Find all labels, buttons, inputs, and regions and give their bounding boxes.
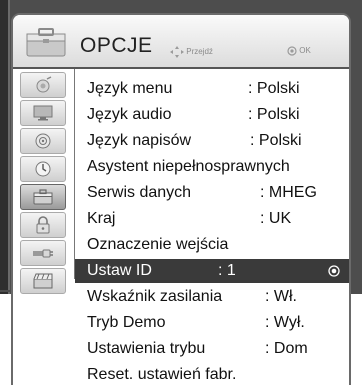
toolbox-icon bbox=[26, 28, 66, 57]
menu-item-input-label[interactable]: Oznaczenie wejścia bbox=[75, 233, 349, 257]
menu-item-factory-reset[interactable]: Reset. ustawień fabr. bbox=[75, 363, 349, 385]
toolbox-icon bbox=[33, 189, 53, 205]
audio-icon bbox=[35, 133, 51, 149]
menu-item-value: : Wł. bbox=[265, 288, 297, 305]
sidebar-item-screen[interactable] bbox=[20, 100, 66, 126]
directional-pad-icon bbox=[170, 46, 184, 58]
input-plug-icon bbox=[33, 249, 53, 258]
menu-header: OPCJE Przejdź OK bbox=[13, 15, 349, 69]
sidebar-item-time[interactable] bbox=[20, 156, 66, 182]
tv-screen-icon bbox=[33, 105, 53, 121]
menu-item-label: Język audio bbox=[87, 106, 172, 123]
frame-rail-highlight bbox=[8, 0, 10, 294]
menu-item-label: Wskaźnik zasilania bbox=[87, 288, 223, 305]
menu-item-audio-language[interactable]: Język audio : Polski bbox=[75, 103, 349, 127]
ok-button-icon bbox=[287, 46, 297, 56]
sidebar-item-options[interactable] bbox=[20, 184, 66, 210]
menu-item-value: : Dom bbox=[265, 340, 308, 357]
options-menu-list: Język menu : Polski Język audio : Polski… bbox=[75, 69, 349, 385]
navigate-hint: Przejdź bbox=[170, 46, 213, 58]
sidebar-item-input[interactable] bbox=[20, 240, 66, 266]
menu-item-value: : Wył. bbox=[265, 314, 305, 331]
menu-item-country[interactable]: Kraj : UK bbox=[75, 207, 349, 231]
frame-edge-left bbox=[0, 290, 11, 292]
menu-item-value: : MHEG bbox=[260, 184, 317, 201]
menu-item-label: Tryb Demo bbox=[87, 314, 166, 331]
frame-rail bbox=[0, 0, 8, 294]
menu-item-label: Asystent niepełnosprawnych bbox=[87, 158, 290, 175]
menu-item-power-indicator[interactable]: Wskaźnik zasilania : Wł. bbox=[75, 285, 349, 309]
ok-hint-label: OK bbox=[299, 46, 311, 56]
menu-item-menu-language[interactable]: Język menu : Polski bbox=[75, 77, 349, 101]
sidebar-item-media[interactable] bbox=[20, 268, 66, 294]
lock-icon bbox=[36, 216, 50, 234]
sidebar-item-audio[interactable] bbox=[20, 128, 66, 154]
menu-item-label: Ustaw ID bbox=[87, 262, 152, 279]
menu-item-label: Reset. ustawień fabr. bbox=[87, 366, 237, 383]
menu-item-disability-assistance[interactable]: Asystent niepełnosprawnych bbox=[75, 155, 349, 179]
menu-item-label: Język menu bbox=[87, 80, 173, 97]
ok-hint: OK bbox=[287, 46, 311, 56]
menu-item-label: Oznaczenie wejścia bbox=[87, 236, 229, 253]
sidebar-item-lock[interactable] bbox=[20, 212, 66, 238]
menu-item-value: : Polski bbox=[248, 80, 300, 97]
menu-item-mode-setting[interactable]: Ustawienia trybu : Dom bbox=[75, 337, 349, 361]
menu-item-data-service[interactable]: Serwis danych : MHEG bbox=[75, 181, 349, 205]
options-menu-window: OPCJE Przejdź OK Język menu: Polski Jęz… bbox=[11, 13, 351, 385]
clock-icon bbox=[35, 161, 51, 177]
menu-item-set-id[interactable]: Ustaw ID : 1 bbox=[75, 259, 349, 283]
menu-item-value: : Polski bbox=[248, 106, 300, 123]
menu-item-value: : UK bbox=[260, 210, 292, 227]
page-title: OPCJE bbox=[80, 34, 153, 57]
menu-item-value: : Polski bbox=[250, 132, 302, 149]
navigate-hint-label: Przejdź bbox=[186, 47, 213, 57]
menu-item-subtitle-language[interactable]: Język napisów : Polski bbox=[75, 129, 349, 153]
menu-item-label: Kraj bbox=[87, 210, 116, 227]
frame-edge-right bbox=[351, 290, 362, 292]
menu-item-label: Serwis danych bbox=[87, 184, 192, 201]
clapperboard-icon bbox=[33, 273, 53, 289]
menu-item-value: : 1 bbox=[218, 262, 236, 279]
ok-button-icon bbox=[328, 265, 340, 277]
category-sidebar bbox=[13, 69, 74, 385]
menu-item-label: Język napisów bbox=[87, 132, 192, 149]
menu-item-label: Ustawienia trybu bbox=[87, 340, 206, 357]
picture-icon bbox=[36, 76, 52, 93]
menu-item-demo-mode[interactable]: Tryb Demo : Wył. bbox=[75, 311, 349, 335]
sidebar-item-picture[interactable] bbox=[20, 72, 66, 98]
